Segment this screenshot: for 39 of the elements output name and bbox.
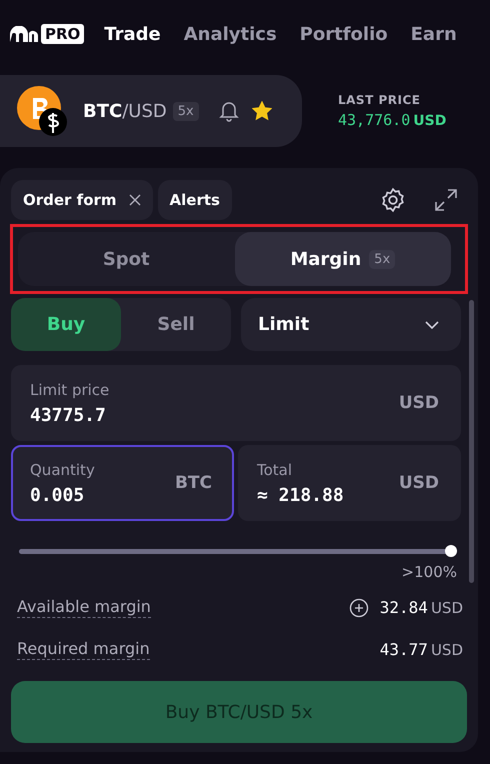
nav-tab[interactable]: Analytics: [184, 24, 277, 44]
last-price: 43,776.0 USD: [338, 111, 446, 129]
nav-tab[interactable]: Portfolio: [300, 24, 388, 44]
pair-selector[interactable]: BTC/USD 5x: [0, 75, 302, 147]
scrollbar[interactable]: [469, 300, 474, 583]
leverage-badge: 5x: [369, 250, 396, 268]
bell-icon[interactable]: [218, 100, 239, 122]
mode-tab[interactable]: Margin 5x: [234, 232, 451, 286]
order-type-dropdown[interactable]: Limit: [241, 298, 461, 351]
star-icon[interactable]: [252, 101, 272, 121]
summary-unit: USD: [430, 640, 463, 658]
pro-badge: PRO: [41, 24, 84, 44]
pair-name: BTC/USD: [83, 100, 167, 122]
amount-slider[interactable]: [19, 545, 457, 557]
summary-value: 43.77: [380, 640, 428, 659]
logo-icon: [10, 26, 38, 42]
input-field[interactable]: Total ≈ 218.88 USD: [238, 445, 461, 521]
panel-tab[interactable]: Alerts: [158, 180, 232, 220]
nav-tab[interactable]: Trade: [104, 24, 161, 44]
side-tab[interactable]: Sell: [121, 298, 231, 351]
input-field[interactable]: Limit price 43775.7 USD: [11, 365, 461, 441]
settings-icon[interactable]: [380, 187, 406, 213]
panel-tab[interactable]: Order form: [11, 180, 153, 220]
side-tab[interactable]: Buy: [11, 298, 121, 351]
expand-icon[interactable]: [433, 187, 459, 213]
add-icon[interactable]: [348, 598, 369, 618]
coin-pair-icon: [17, 86, 67, 136]
summary-value: 32.84: [380, 598, 428, 617]
summary-unit: USD: [430, 598, 463, 616]
input-field[interactable]: Quantity 0.005 BTC: [11, 445, 234, 521]
slider-reading: >100%: [400, 563, 457, 581]
close-icon[interactable]: [128, 194, 141, 206]
nav-tab[interactable]: Earn: [410, 24, 457, 44]
mode-tab[interactable]: Spot: [18, 232, 234, 286]
chevron-icon: [425, 320, 439, 328]
leverage-badge: 5x: [172, 102, 199, 120]
last-price-label: LAST PRICE: [338, 93, 422, 107]
summary-label: Required margin: [17, 639, 150, 660]
summary-label: Available margin: [17, 597, 151, 618]
